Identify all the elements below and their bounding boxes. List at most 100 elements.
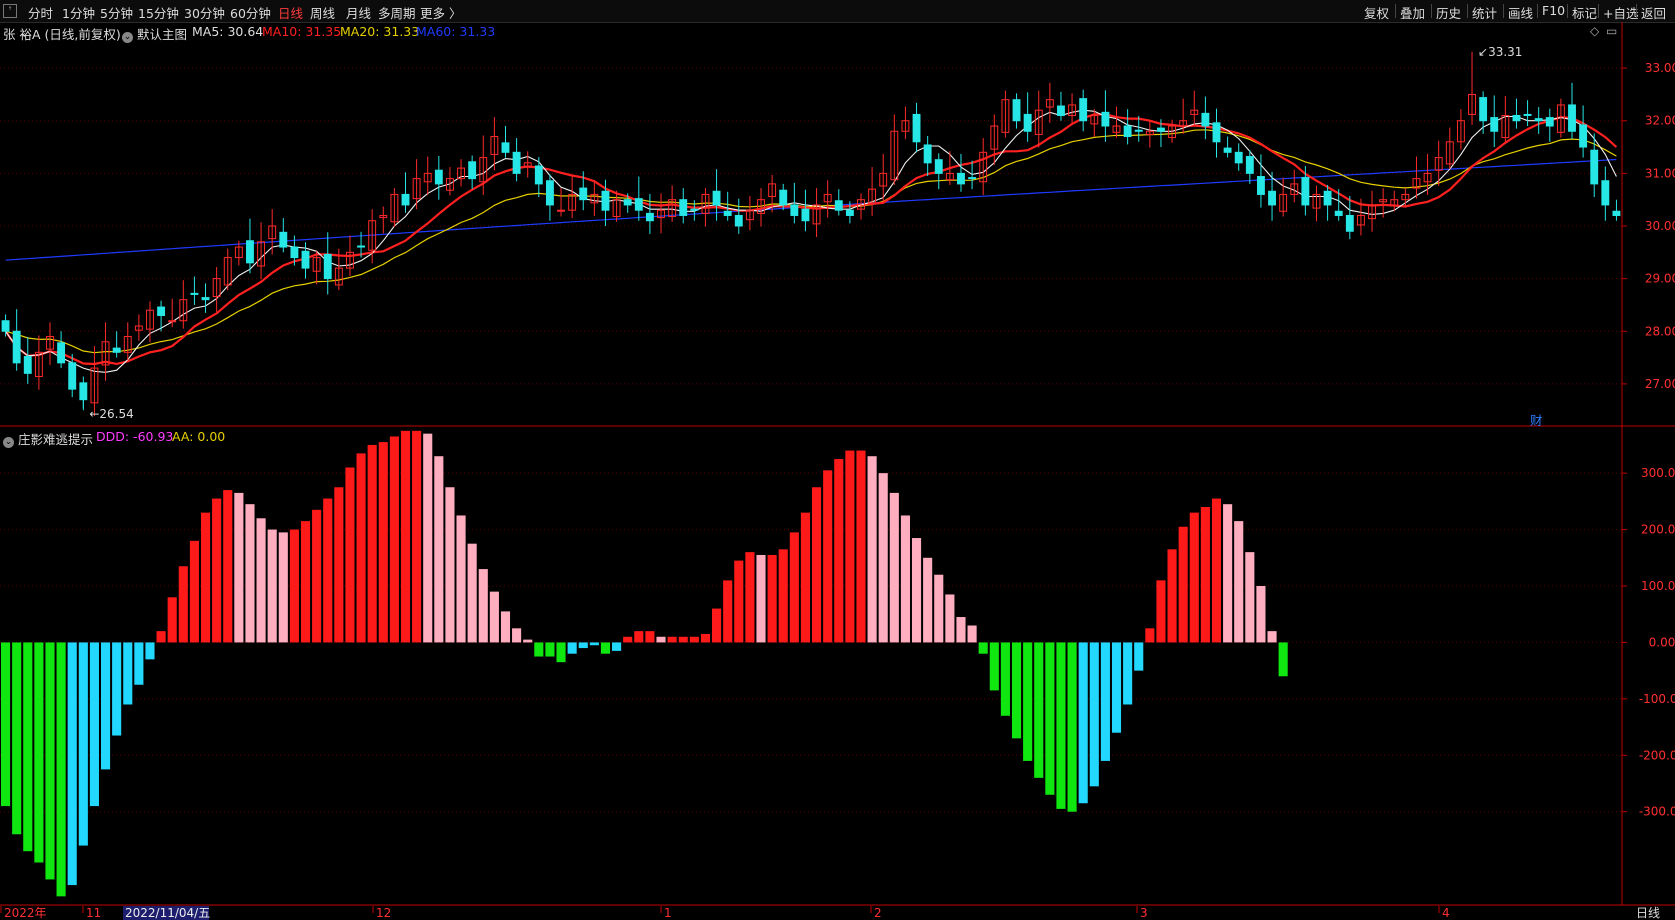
candle-body <box>734 214 743 227</box>
candle-body <box>157 306 166 316</box>
indicator-bar <box>1256 586 1266 643</box>
date-label: 12 <box>376 906 391 920</box>
ma60-value: MA60: 31.33 <box>416 24 496 39</box>
chevron-down-icon: ⌄ <box>3 437 14 448</box>
indicator-bar <box>389 436 399 643</box>
indicator-bar <box>1223 504 1233 643</box>
indicator-bar <box>34 642 44 863</box>
indicator-bar <box>312 509 322 643</box>
candle-body <box>12 330 21 364</box>
candle-body <box>1256 176 1265 195</box>
indicator-bar <box>145 642 155 660</box>
diamond-icon[interactable]: ◇ <box>1590 24 1599 38</box>
indicator-bar <box>800 512 811 643</box>
indicator-bar <box>89 642 99 807</box>
indicator-bar <box>1167 549 1177 643</box>
indicator-bar <box>1245 552 1255 643</box>
indicator-bar <box>300 521 311 643</box>
indicator-bar <box>356 453 366 643</box>
indicator-bar <box>434 456 444 643</box>
y-tick-label: 300.00 <box>1641 466 1675 480</box>
indicator-bar <box>45 642 55 880</box>
finance-icon[interactable]: 财 <box>1530 410 1543 429</box>
date-label: 1 <box>664 906 672 920</box>
indicator-bar <box>945 594 955 643</box>
candle-body <box>1212 122 1221 143</box>
indicator-bar <box>845 450 855 643</box>
indicator-bar <box>623 636 633 643</box>
indicator-bar <box>1034 642 1044 778</box>
indicator-bar <box>56 642 66 897</box>
indicator-bar <box>578 642 588 649</box>
candle-body <box>1612 210 1621 216</box>
indicator-bar <box>989 642 999 691</box>
y-tick-label: 200.00 <box>1641 523 1675 537</box>
indicator-bar <box>1267 631 1277 643</box>
indicator-bar <box>267 529 277 643</box>
indicator-bar <box>978 642 988 654</box>
candle-body <box>1268 190 1276 206</box>
indicator-bar <box>212 498 222 643</box>
indicator-bar <box>678 636 688 643</box>
template-selector[interactable]: ⌄ 默认主图 <box>122 24 187 43</box>
indicator-bar <box>334 487 344 643</box>
candle-body <box>579 187 588 201</box>
candle-body <box>712 190 721 206</box>
indicator-bar <box>1111 642 1122 733</box>
candle-body <box>68 362 77 390</box>
indicator-bar <box>289 529 299 643</box>
indicator-bar <box>467 543 477 643</box>
y-tick-label: -300.00 <box>1639 805 1675 819</box>
indicator-bar <box>823 470 833 643</box>
indicator-bar <box>1045 642 1055 795</box>
indicator-bar <box>400 430 411 643</box>
indicator-bar <box>478 569 488 643</box>
candle-body <box>1134 129 1143 132</box>
indicator-bar <box>1200 507 1210 643</box>
indicator-bar <box>923 557 933 643</box>
indicator-bar <box>1189 512 1199 643</box>
candle-body <box>190 292 199 295</box>
indicator-bar <box>900 515 910 643</box>
candle-body <box>1490 117 1499 132</box>
candle-body <box>1512 114 1521 122</box>
ma10-line <box>4 113 1618 366</box>
indicator-bar <box>534 642 544 657</box>
candle-body <box>723 210 732 216</box>
indicator-bar <box>789 532 799 643</box>
ddd-value: DDD: -60.93 <box>96 429 174 444</box>
y-tick-label: 30.00 <box>1645 219 1675 233</box>
indicator-selector[interactable]: ⌄ 庄影难逃提示 <box>3 429 93 448</box>
date-label: 11 <box>86 906 101 920</box>
y-tick-label: 31.00 <box>1645 166 1675 180</box>
indicator-bar <box>156 631 166 643</box>
indicator-bar <box>834 459 844 643</box>
indicator-bar <box>545 642 555 657</box>
indicator-bar <box>345 467 355 643</box>
candle-body <box>1590 149 1599 185</box>
candle-body <box>1245 156 1254 174</box>
candle-body <box>801 208 810 222</box>
stock-chart: 33.0032.0031.0030.0029.0028.0027.00300.0… <box>0 22 1675 920</box>
indicator-bar <box>734 560 744 643</box>
candle-body <box>201 297 210 301</box>
y-tick-label: 32.00 <box>1645 114 1675 128</box>
indicator-bar <box>612 642 622 651</box>
panel-menu-icon[interactable]: ▭ <box>1606 24 1617 38</box>
indicator-bar <box>1100 642 1110 761</box>
indicator-bar <box>656 636 666 643</box>
candle-body <box>1157 127 1165 132</box>
ma5-value: MA5: 30.64 <box>192 24 264 39</box>
template-label: 默认主图 <box>136 27 187 42</box>
indicator-bar <box>167 597 177 643</box>
indicator-bar <box>745 552 755 643</box>
ma10-value: MA10: 31.35 <box>262 24 342 39</box>
candle-body <box>1523 113 1532 116</box>
candle-body <box>957 172 965 185</box>
candle-body <box>779 189 788 206</box>
indicator-bar <box>767 554 777 643</box>
candle-body <box>357 245 366 248</box>
indicator-bar <box>712 608 722 643</box>
indicator-bar <box>367 444 377 643</box>
date-cursor-label: 2022/11/04/五 <box>125 906 210 920</box>
